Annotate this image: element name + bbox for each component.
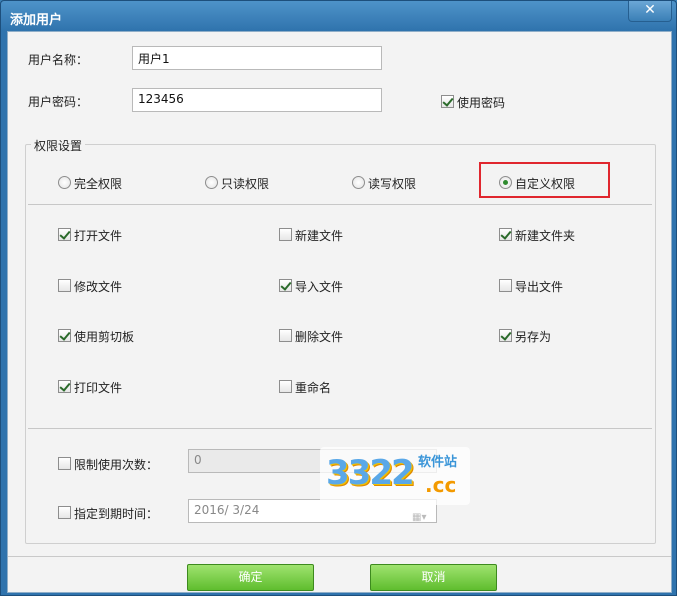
permissions-group-title: 权限设置	[31, 137, 86, 154]
close-button[interactable]: ✕	[628, 1, 672, 22]
radio-read-write-label: 读写权限	[368, 177, 417, 191]
watermark-number: 3322	[326, 453, 415, 493]
window-title: 添加用户	[10, 13, 63, 28]
password-input[interactable]: 123456	[132, 88, 382, 112]
checkbox-modify-file-label: 修改文件	[74, 280, 123, 294]
checkbox-open-file-label: 打开文件	[74, 229, 123, 243]
cancel-button[interactable]: 取消	[370, 564, 497, 591]
checkbox-new-file-label: 新建文件	[295, 229, 344, 243]
checkbox-print-file-label: 打印文件	[74, 381, 123, 395]
checkbox-clipboard-label: 使用剪切板	[74, 330, 135, 344]
checkbox-open-file[interactable]	[58, 228, 71, 241]
checkbox-print-file[interactable]	[58, 380, 71, 393]
checkbox-delete-file-label: 删除文件	[295, 330, 344, 344]
checkbox-new-file[interactable]	[279, 228, 292, 241]
username-label: 用户名称：	[28, 53, 89, 67]
watermark-site: 软件站	[418, 455, 458, 470]
divider	[28, 428, 652, 429]
checkbox-rename[interactable]	[279, 380, 292, 393]
expiry-checkbox[interactable]	[58, 506, 71, 519]
expiry-label: 指定到期时间：	[74, 507, 159, 521]
radio-full-permission[interactable]	[58, 176, 71, 189]
password-label: 用户密码：	[28, 95, 89, 109]
divider	[28, 204, 652, 205]
usage-limit-label: 限制使用次数：	[74, 458, 159, 472]
calendar-dropdown-icon[interactable]: ▦▾	[412, 512, 430, 526]
dialog-body: 用户名称： 用户1 用户密码： 123456 使用密码 权限设置 完全权限 只读…	[7, 31, 672, 593]
checkbox-save-as-label: 另存为	[515, 330, 552, 344]
checkbox-save-as[interactable]	[499, 329, 512, 342]
radio-full-permission-label: 完全权限	[74, 177, 123, 191]
radio-custom-permission[interactable]	[499, 176, 512, 189]
radio-read-only[interactable]	[205, 176, 218, 189]
checkbox-delete-file[interactable]	[279, 329, 292, 342]
username-input[interactable]: 用户1	[132, 46, 382, 70]
use-password-checkbox[interactable]	[441, 95, 454, 108]
checkbox-export-file[interactable]	[499, 279, 512, 292]
checkbox-new-folder[interactable]	[499, 228, 512, 241]
radio-custom-permission-label: 自定义权限	[515, 177, 576, 191]
footer-divider	[8, 556, 671, 557]
use-password-label: 使用密码	[457, 96, 506, 110]
watermark-suffix: .cc	[425, 473, 457, 497]
radio-read-write[interactable]	[352, 176, 365, 189]
title-bar[interactable]: 添加用户 ✕	[1, 1, 676, 31]
checkbox-import-file-label: 导入文件	[295, 280, 344, 294]
checkbox-modify-file[interactable]	[58, 279, 71, 292]
checkbox-export-file-label: 导出文件	[515, 280, 564, 294]
checkbox-rename-label: 重命名	[295, 381, 332, 395]
close-icon: ✕	[644, 2, 656, 18]
checkbox-import-file[interactable]	[279, 279, 292, 292]
ok-button[interactable]: 确定	[187, 564, 314, 591]
site-watermark: 3322 软件站 .cc	[320, 447, 470, 505]
checkbox-new-folder-label: 新建文件夹	[515, 229, 576, 243]
dialog-window: 添加用户 ✕ 用户名称： 用户1 用户密码： 123456 使用密码 权限设置 …	[0, 0, 677, 596]
checkbox-clipboard[interactable]	[58, 329, 71, 342]
radio-read-only-label: 只读权限	[221, 177, 270, 191]
usage-limit-checkbox[interactable]	[58, 457, 71, 470]
